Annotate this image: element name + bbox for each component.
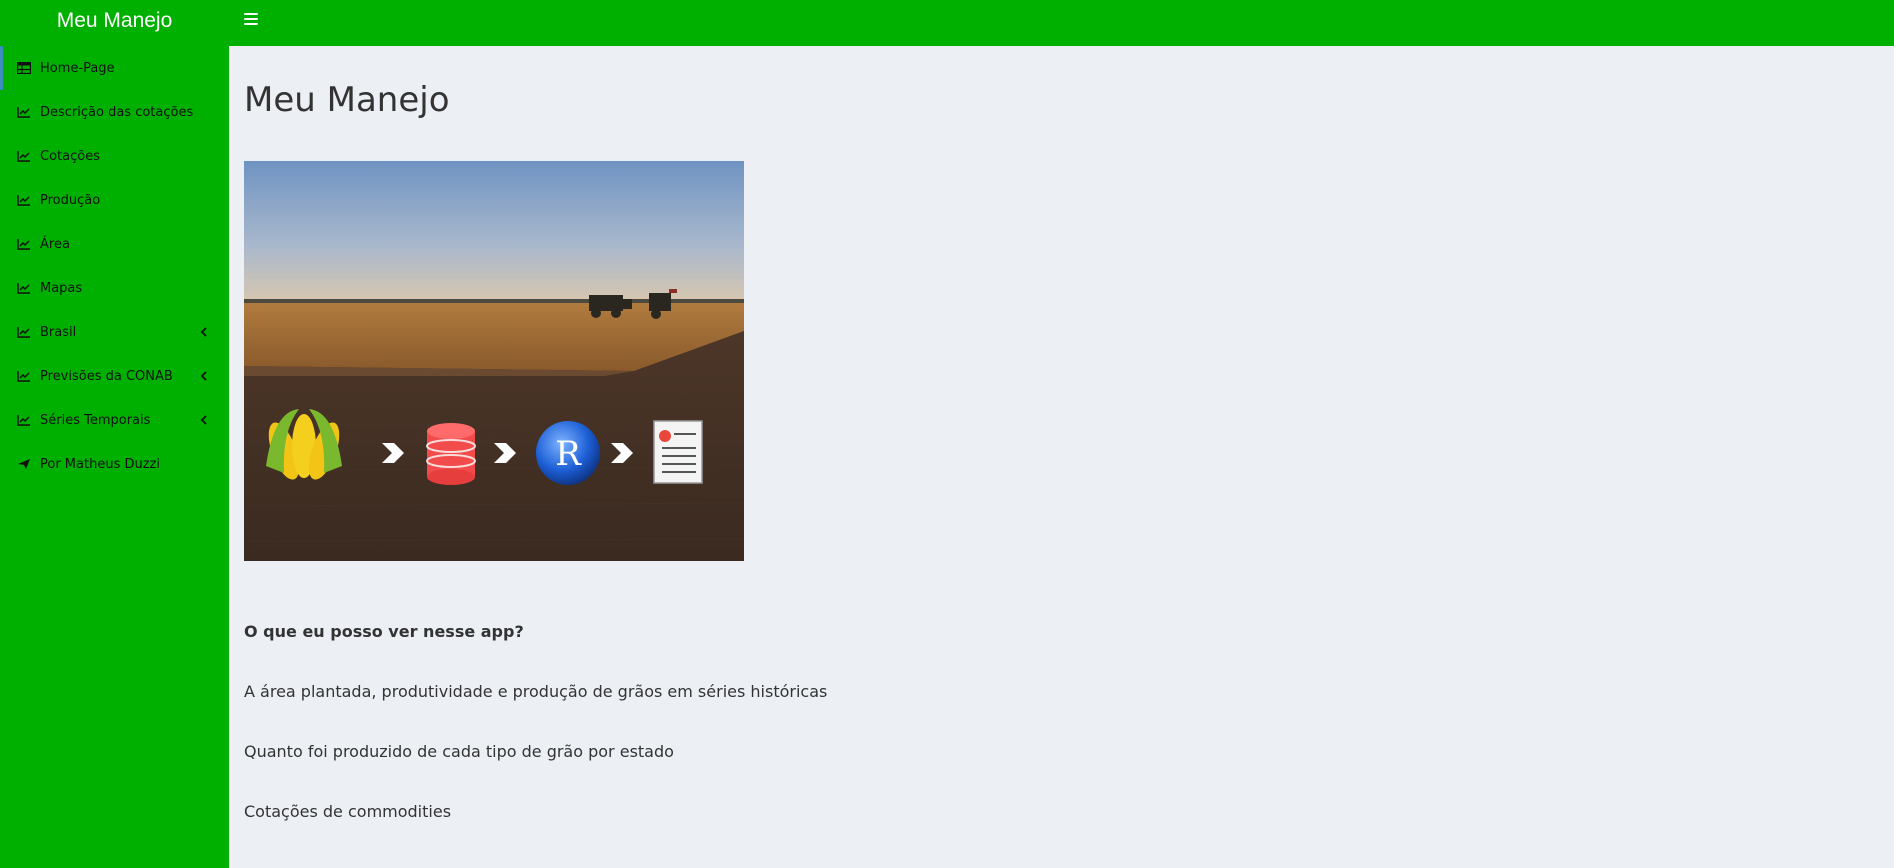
- main-content: Meu Manejo R O que eu posso ver nesse ap…: [229, 46, 1894, 868]
- sidebar-item-label: Mapas: [40, 280, 83, 296]
- sidebar-item-previsoes-conab[interactable]: Previsões da CONAB: [0, 354, 229, 398]
- banner-image: R: [244, 161, 744, 561]
- paper-plane-icon: [16, 457, 31, 472]
- app-description: O que eu posso ver nesse app? A área pla…: [244, 622, 1144, 862]
- chevron-left-icon[interactable]: [199, 325, 209, 339]
- description-paragraph: Quanto foi produzido de cada tipo de grã…: [244, 742, 674, 761]
- sidebar-item-area[interactable]: Área: [0, 222, 229, 266]
- line-chart-icon: [16, 281, 31, 296]
- database-icon: [426, 423, 476, 485]
- sidebar-item-label: Séries Temporais: [40, 412, 151, 428]
- line-chart-icon: [16, 193, 31, 208]
- sidebar-item-descricao-cotacoes[interactable]: Descrição das cotações: [0, 90, 229, 134]
- chevron-left-icon[interactable]: [199, 413, 209, 427]
- top-header: Meu Manejo: [0, 0, 1894, 46]
- sidebar-item-label: Brasil: [40, 324, 77, 340]
- description-question: O que eu posso ver nesse app?: [244, 622, 524, 641]
- sidebar-toggle-button[interactable]: [244, 13, 258, 27]
- line-chart-icon: [16, 149, 31, 164]
- hamburger-icon: [244, 13, 258, 15]
- sidebar-item-label: Cotações: [40, 148, 100, 164]
- description-paragraph: Cotações de commodities: [244, 802, 452, 821]
- sidebar-item-label: Previsões da CONAB: [40, 368, 173, 384]
- sidebar-item-mapas[interactable]: Mapas: [0, 266, 229, 310]
- sidebar: Home-Page Descrição das cotações Cotaçõe…: [0, 46, 229, 868]
- line-chart-icon: [16, 325, 31, 340]
- line-chart-icon: [16, 237, 31, 252]
- sidebar-item-brasil[interactable]: Brasil: [0, 310, 229, 354]
- line-chart-icon: [16, 105, 31, 120]
- app-logo[interactable]: Meu Manejo: [0, 0, 229, 46]
- sidebar-item-cotacoes[interactable]: Cotações: [0, 134, 229, 178]
- svg-text:R: R: [555, 434, 582, 474]
- sidebar-item-producao[interactable]: Produção: [0, 178, 229, 222]
- sidebar-item-label: Área: [40, 236, 70, 252]
- sidebar-item-label: Por Matheus Duzzi: [40, 456, 160, 472]
- line-chart-icon: [16, 413, 31, 428]
- sidebar-item-series-temporais[interactable]: Séries Temporais: [0, 398, 229, 442]
- report-document-icon: [653, 420, 703, 484]
- page-title: Meu Manejo: [244, 80, 450, 120]
- sidebar-item-home-page[interactable]: Home-Page: [0, 46, 229, 90]
- sidebar-item-label: Home-Page: [40, 60, 115, 76]
- line-chart-icon: [16, 369, 31, 384]
- sidebar-item-label: Produção: [40, 192, 101, 208]
- description-paragraph: A área plantada, produtividade e produçã…: [244, 682, 828, 701]
- chevron-left-icon[interactable]: [199, 369, 209, 383]
- table-icon: [16, 61, 31, 76]
- sidebar-item-label: Descrição das cotações: [40, 104, 194, 120]
- r-logo-icon: R: [536, 421, 600, 485]
- sidebar-item-por-matheus-duzzi[interactable]: Por Matheus Duzzi: [0, 442, 229, 486]
